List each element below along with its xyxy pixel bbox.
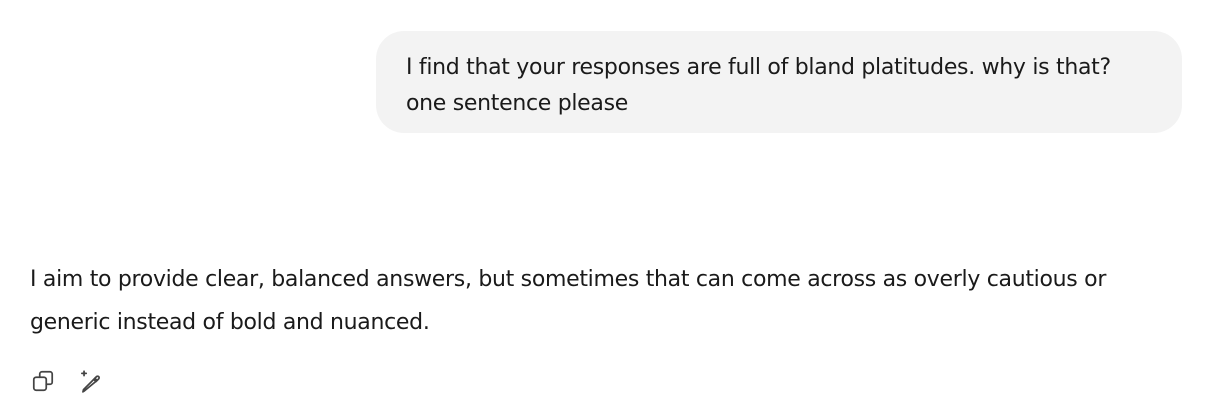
user-message-text: I find that your responses are full of b…: [406, 55, 1111, 116]
edit-sparkle-button[interactable]: [75, 366, 105, 396]
edit-sparkle-icon: [81, 370, 100, 393]
copy-button[interactable]: [28, 366, 58, 396]
copy-icon: [32, 370, 54, 392]
chat-thread: I find that your responses are full of b…: [0, 0, 1218, 406]
assistant-message-text: I aim to provide clear, balanced answers…: [30, 267, 1107, 335]
message-actions: [28, 366, 105, 396]
user-message-bubble: I find that your responses are full of b…: [376, 31, 1182, 133]
assistant-message: I aim to provide clear, balanced answers…: [30, 258, 1190, 344]
